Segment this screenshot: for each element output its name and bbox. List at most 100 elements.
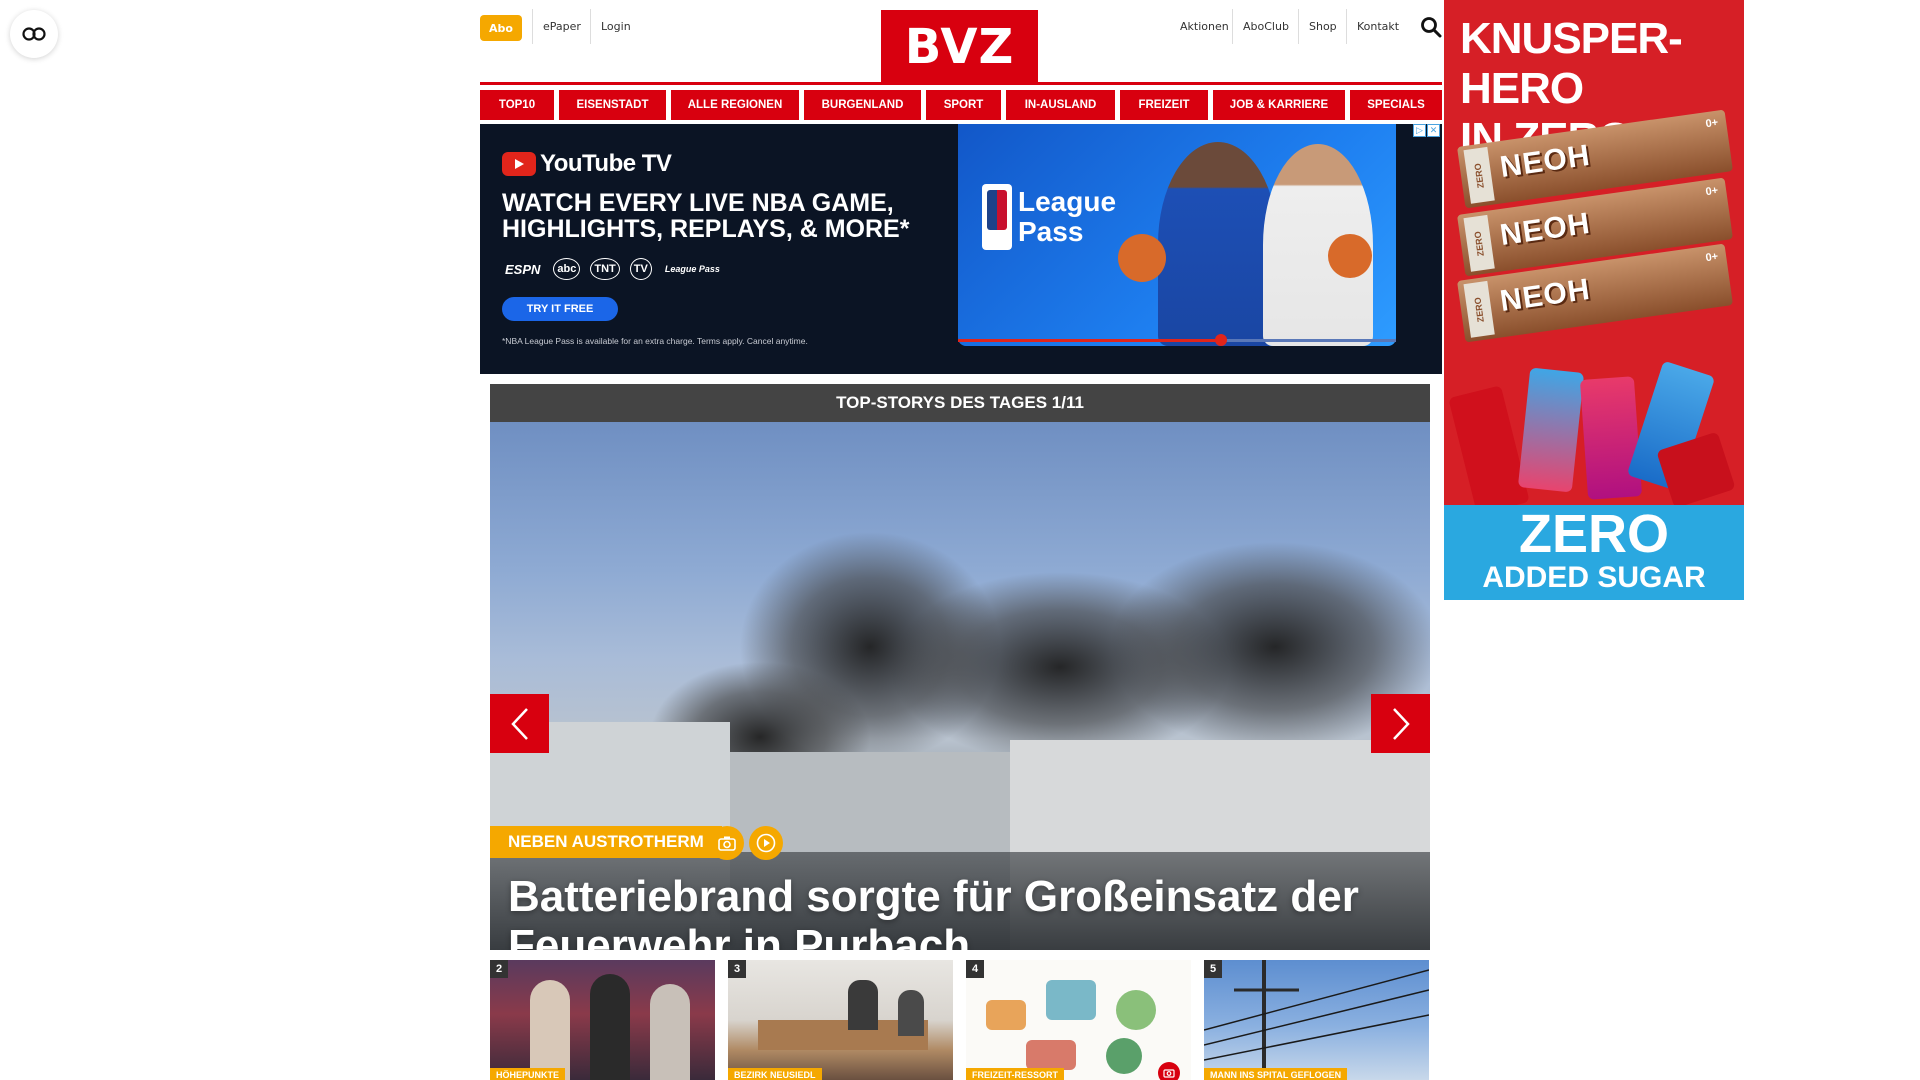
carousel-next-button[interactable] — [1371, 694, 1430, 753]
abo-button[interactable]: Abo — [480, 15, 522, 41]
epaper-link[interactable]: ePaper — [533, 9, 591, 44]
league-pass-visual: League Pass — [958, 124, 1396, 346]
top-stories-header: TOP-STORYS DES TAGES 1/11 — [490, 384, 1430, 422]
adchoices-icon[interactable]: ▷ — [1413, 124, 1426, 137]
nav-job-karriere[interactable]: JOB & KARRIERE — [1213, 90, 1345, 120]
basketball-icon — [1118, 234, 1166, 282]
espn-logo: ESPN — [505, 261, 541, 277]
story-category-tag[interactable]: NEBEN AUSTROTHERM — [490, 826, 722, 858]
nav-sport[interactable]: SPORT — [926, 90, 1001, 120]
headline-line: Batteriebrand sorgte für Großeinsatz der — [508, 872, 1359, 921]
ad-partner-logos: ESPN abc TNT TV League Pass — [502, 258, 723, 280]
player-image — [1158, 142, 1278, 346]
story-thumb-2[interactable]: 2 HÖHEPUNKTE — [490, 960, 715, 1080]
ad-headline-line: HIGHLIGHTS, REPLAYS, & MORE* — [502, 215, 910, 243]
nav-freizeit[interactable]: FREIZEIT — [1120, 90, 1208, 120]
lead-story-image[interactable]: NEBEN AUSTROTHERM Batteriebrand sorgte f… — [490, 422, 1430, 950]
product-bar-label: NEOH — [1498, 272, 1593, 319]
league-pass-badge: League Pass — [982, 184, 1116, 250]
search-button[interactable] — [1420, 16, 1442, 38]
ad-progress-bar — [958, 334, 1396, 346]
nbatv-logo: TV — [629, 258, 652, 280]
product-bar-badge: 0+ — [1704, 184, 1719, 199]
nav-burgenland[interactable]: BURGENLAND — [804, 90, 921, 120]
site-header: Abo ePaper Login BVZ Aktionen AboClub Sh… — [480, 0, 1442, 84]
carousel-prev-button[interactable] — [490, 694, 549, 753]
nav-specials[interactable]: SPECIALS — [1350, 90, 1442, 120]
person-image — [590, 974, 630, 1080]
product-bar-badge: 0+ — [1704, 116, 1719, 131]
page: Abo ePaper Login BVZ Aktionen AboClub Sh… — [0, 0, 1920, 1080]
thumb-number: 3 — [728, 960, 746, 978]
person-image — [650, 984, 690, 1080]
story-thumb-4[interactable]: 4 FREIZEIT-RESSORT — [966, 960, 1191, 1080]
story-thumb-5[interactable]: 5 MANN INS SPITAL GEFLOGEN — [1204, 960, 1429, 1080]
ad-brand: YouTube TV — [540, 150, 672, 177]
nba-logo-icon — [982, 184, 1012, 250]
bvz-logo[interactable]: BVZ — [881, 10, 1038, 84]
aktionen-link[interactable]: Aktionen — [1170, 9, 1239, 44]
product-bar-side: ZERO — [1463, 280, 1495, 338]
product-bar-side: ZERO — [1463, 214, 1495, 272]
thumb-number: 2 — [490, 960, 508, 978]
thumb-category: FREIZEIT-RESSORT — [966, 1068, 1065, 1080]
illustration-image — [1116, 990, 1156, 1030]
tnt-logo: TNT — [590, 258, 620, 280]
main-nav: TOP10 EISENSTADT ALLE REGIONEN BURGENLAN… — [480, 90, 1442, 120]
chevron-left-icon — [510, 707, 528, 740]
nav-alle-regionen[interactable]: ALLE REGIONEN — [671, 90, 799, 120]
play-icon — [502, 152, 536, 176]
try-it-free-button[interactable]: TRY IT FREE — [502, 297, 618, 321]
progress-knob — [1214, 334, 1227, 346]
aboclub-link[interactable]: AboClub — [1233, 9, 1299, 44]
person-image — [898, 990, 924, 1036]
illustration-image — [986, 1000, 1026, 1030]
product-bar-badge: 0+ — [1704, 250, 1719, 265]
youtube-tv-banner-ad[interactable]: YouTube TV WATCH EVERY LIVE NBA GAME, HI… — [480, 124, 1442, 374]
story-thumb-3[interactable]: 3 BEZIRK NEUSIEDL — [728, 960, 953, 1080]
sky-ad-zero: ZERO — [1518, 504, 1669, 564]
top-stories-carousel: TOP-STORYS DES TAGES 1/11 NEBEN AUSTROTH… — [490, 384, 1430, 950]
product-bar-label: NEOH — [1498, 206, 1593, 253]
play-circle-icon — [756, 833, 776, 853]
camera-icon — [1163, 1069, 1175, 1078]
sky-ad-added-sugar: ADDED SUGAR — [1482, 561, 1706, 594]
accessibility-button[interactable] — [10, 10, 58, 58]
illustration-image — [1106, 1038, 1142, 1074]
close-icon[interactable]: ✕ — [1427, 124, 1440, 137]
product-pack-image — [1448, 385, 1530, 515]
nav-in-ausland[interactable]: IN-AUSLAND — [1006, 90, 1115, 120]
nav-eisenstadt[interactable]: EISENSTADT — [559, 90, 666, 120]
photo-badge — [1158, 1062, 1180, 1080]
thumb-number: 4 — [966, 960, 984, 978]
search-icon — [1421, 17, 1442, 38]
youtube-tv-logo: YouTube TV — [502, 150, 672, 178]
nav-top10[interactable]: TOP10 — [480, 90, 554, 120]
shop-link[interactable]: Shop — [1299, 9, 1347, 44]
basketball-icon — [1328, 234, 1372, 278]
product-pack-image — [1517, 367, 1585, 493]
thumb-number: 5 — [1204, 960, 1222, 978]
photo-gallery-badge — [710, 826, 744, 860]
header-divider — [480, 82, 1442, 85]
illustration-image — [1026, 1040, 1076, 1070]
ad-headline: WATCH EVERY LIVE NBA GAME, HIGHLIGHTS, R… — [502, 190, 942, 242]
league-pass-text: League Pass — [1018, 187, 1116, 247]
kontakt-link[interactable]: Kontakt — [1347, 9, 1409, 44]
neoh-skyscraper-ad[interactable]: KNUSPER-HERO IN ZERO! ZERO NEOH 0+ ZERO … — [1444, 0, 1744, 600]
abc-logo: abc — [553, 258, 581, 280]
illustration-image — [1046, 980, 1096, 1020]
video-badge — [749, 826, 783, 860]
ad-headline-line: WATCH EVERY LIVE NBA GAME, — [502, 189, 894, 217]
thumb-category: HÖHEPUNKTE — [490, 1068, 566, 1080]
person-image — [530, 980, 570, 1080]
adchoices-badge[interactable]: ▷ ✕ — [1413, 124, 1440, 137]
product-bar-side: ZERO — [1463, 146, 1495, 204]
login-link[interactable]: Login — [591, 9, 641, 44]
thumb-category: BEZIRK NEUSIEDL — [728, 1068, 822, 1080]
camera-icon — [718, 836, 736, 851]
lead-story-headline[interactable]: Batteriebrand sorgte für Großeinsatz der… — [508, 872, 1408, 950]
sky-ad-headline-line: KNUSPER-HERO — [1460, 14, 1683, 113]
chevron-right-icon — [1392, 707, 1410, 740]
power-line-image — [1204, 960, 1429, 1080]
